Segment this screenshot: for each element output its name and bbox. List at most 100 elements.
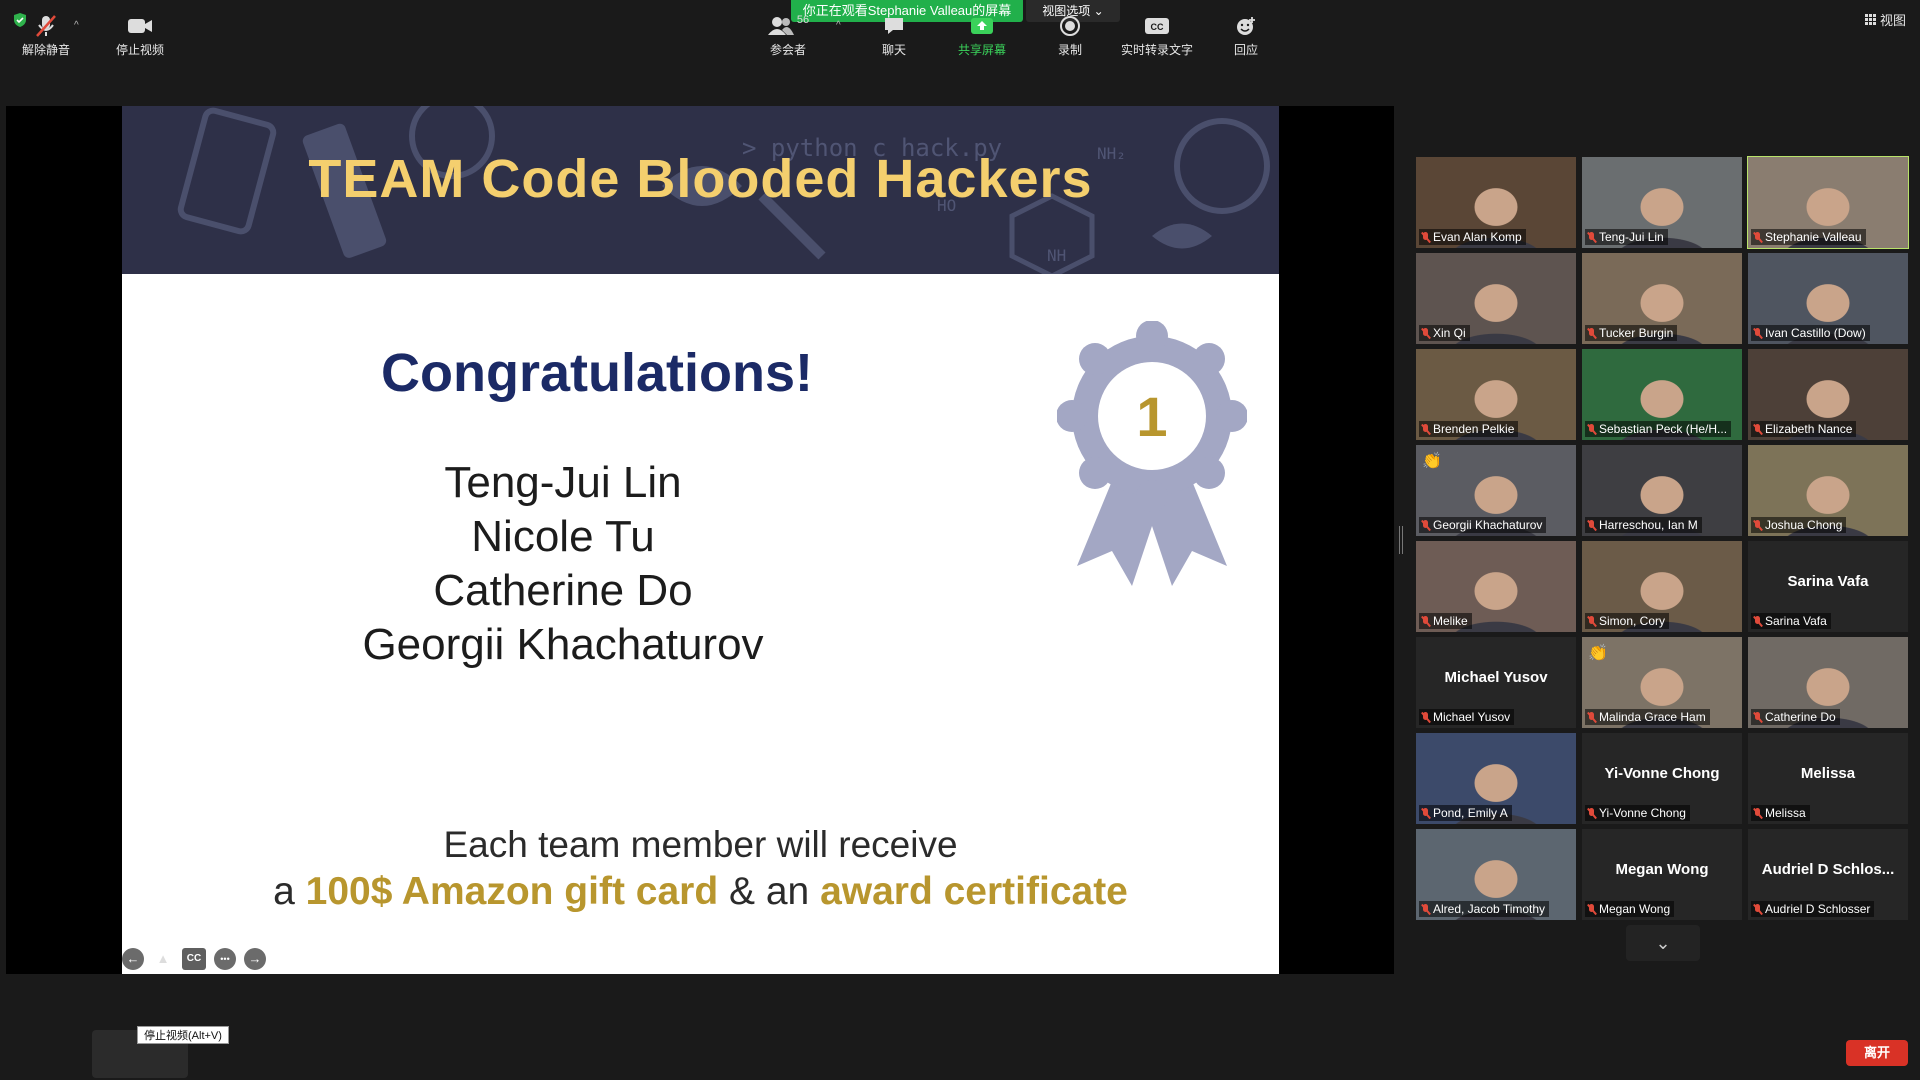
leave-meeting-button[interactable]: 离开	[1846, 1040, 1908, 1066]
winner-name: Georgii Khachaturov	[362, 620, 764, 669]
participants-caret-icon[interactable]: ^	[836, 20, 841, 31]
reactions-label: 回应	[1233, 43, 1258, 57]
participant-count: 56	[796, 14, 810, 26]
participant-tile[interactable]: Pond, Emily A	[1416, 733, 1576, 824]
record-button[interactable]: 录制	[1052, 14, 1088, 58]
participant-name-label: Alred, Jacob Timothy	[1419, 901, 1550, 917]
gallery-scroll-down-chevron-icon[interactable]: ⌄	[1626, 925, 1700, 961]
participant-tile[interactable]: Evan Alan Komp	[1416, 157, 1576, 248]
participants-icon	[767, 17, 794, 35]
participant-tile[interactable]: Yi-Vonne Chong Yi-Vonne Chong	[1582, 733, 1742, 824]
participant-tile[interactable]: Sarina Vafa Sarina Vafa	[1748, 541, 1908, 632]
participant-name-label: Harreschou, Ian M	[1585, 517, 1702, 533]
participant-tile[interactable]: Melike	[1416, 541, 1576, 632]
first-place-ribbon-icon: 1	[1057, 321, 1247, 586]
participant-tile[interactable]: Joshua Chong	[1748, 445, 1908, 536]
participant-name-label: Simon, Cory	[1585, 613, 1670, 629]
video-camera-icon	[128, 19, 152, 33]
participant-name: Catherine Do	[1765, 710, 1836, 724]
participant-name: Yi-Vonne Chong	[1599, 806, 1686, 820]
participant-name: Simon, Cory	[1599, 614, 1666, 628]
prize-connector: & an	[718, 870, 821, 913]
closed-caption-icon: CC	[1145, 18, 1169, 34]
participant-tile[interactable]: Melissa Melissa	[1748, 733, 1908, 824]
unmute-button[interactable]: 解除静音	[18, 14, 74, 58]
meeting-toolbar	[0, 1020, 1920, 1080]
muted-mic-icon	[1421, 807, 1430, 819]
participant-name: Audriel D Schlosser	[1765, 902, 1871, 916]
participant-name: Brenden Pelkie	[1433, 422, 1515, 436]
muted-mic-icon	[1587, 423, 1596, 435]
participants-button[interactable]: 56 参会者	[762, 14, 814, 58]
captions-cc-button[interactable]: CC	[182, 948, 206, 970]
participant-name: Ivan Castillo (Dow)	[1765, 326, 1866, 340]
participant-tile[interactable]: Sebastian Peck (He/H...	[1582, 349, 1742, 440]
live-transcript-button[interactable]: CC 实时转录文字	[1114, 14, 1200, 58]
previous-slide-arrow-icon[interactable]: ←	[122, 948, 144, 970]
view-layout-button[interactable]: 视图	[1864, 10, 1906, 29]
participant-name: Teng-Jui Lin	[1599, 230, 1664, 244]
reactions-button[interactable]: 回应	[1228, 14, 1264, 58]
muted-mic-icon	[1753, 519, 1762, 531]
participant-name-label: Tucker Burgin	[1585, 325, 1678, 341]
participant-name: Pond, Emily A	[1433, 806, 1508, 820]
more-options-icon[interactable]: •••	[214, 948, 236, 970]
participant-name: Megan Wong	[1599, 902, 1671, 916]
participants-label: 参会者	[769, 43, 806, 57]
participant-tile[interactable]: 👏 Georgii Khachaturov	[1416, 445, 1576, 536]
chat-label: 聊天	[881, 43, 906, 57]
winner-name: Teng-Jui Lin	[444, 458, 682, 507]
chat-bubble-icon	[885, 18, 903, 34]
presentation-slide: > python c hack.py NH₂ NH HO TEAM Code B…	[122, 106, 1279, 974]
participant-name: Michael Yusov	[1433, 710, 1511, 724]
participant-tile[interactable]: Elizabeth Nance	[1748, 349, 1908, 440]
muted-mic-icon	[1587, 327, 1596, 339]
participant-name: Malinda Grace Ham	[1599, 710, 1706, 724]
share-screen-button[interactable]: 共享屏幕	[952, 14, 1012, 58]
muted-mic-icon	[1421, 711, 1430, 723]
participant-name-label: Joshua Chong	[1751, 517, 1847, 533]
participant-tile[interactable]: Teng-Jui Lin	[1582, 157, 1742, 248]
muted-mic-icon	[1587, 519, 1596, 531]
participant-tile[interactable]: Michael Yusov Michael Yusov	[1416, 637, 1576, 728]
participant-tile[interactable]: Megan Wong Megan Wong	[1582, 829, 1742, 920]
clapping-hands-icon: 👏	[1588, 645, 1608, 662]
audio-options-caret-icon[interactable]: ^	[74, 20, 79, 31]
badge-number: 1	[1136, 385, 1167, 448]
next-slide-arrow-icon[interactable]: →	[244, 948, 266, 970]
winner-names-list: Teng-Jui Lin Nicole Tu Catherine Do Geor…	[328, 456, 798, 672]
congratulations-heading: Congratulations!	[381, 343, 813, 403]
stop-video-button[interactable]: 停止视频	[108, 14, 172, 58]
participant-name: Stephanie Valleau	[1765, 230, 1862, 244]
participant-name: Elizabeth Nance	[1765, 422, 1853, 436]
participant-display-name: Megan Wong	[1615, 861, 1709, 878]
participant-tile[interactable]: Audriel D Schlos... Audriel D Schlosser	[1748, 829, 1908, 920]
participant-tile[interactable]: 👏 Malinda Grace Ham	[1582, 637, 1742, 728]
share-screen-label: 共享屏幕	[957, 43, 1006, 57]
chat-button[interactable]: 聊天	[874, 14, 914, 58]
prize-prefix: a	[273, 870, 306, 913]
participant-tile[interactable]: Xin Qi	[1416, 253, 1576, 344]
participant-name-label: Xin Qi	[1419, 325, 1470, 341]
participant-tile[interactable]: Alred, Jacob Timothy	[1416, 829, 1576, 920]
panel-resize-handle[interactable]	[1399, 526, 1403, 554]
prize-gift-card: 100$ Amazon gift card	[305, 870, 719, 913]
participant-tile[interactable]: Brenden Pelkie	[1416, 349, 1576, 440]
muted-mic-icon	[1421, 423, 1430, 435]
muted-mic-icon	[1421, 615, 1430, 627]
participant-tile[interactable]: Tucker Burgin	[1582, 253, 1742, 344]
participant-name: Joshua Chong	[1765, 518, 1843, 532]
participant-tile[interactable]: Catherine Do	[1748, 637, 1908, 728]
participant-name-label: Audriel D Schlosser	[1751, 901, 1875, 917]
stop-video-label: 停止视频	[115, 43, 164, 57]
participant-tile[interactable]: Simon, Cory	[1582, 541, 1742, 632]
participant-tile[interactable]: Stephanie Valleau	[1747, 156, 1909, 249]
participant-name-label: Malinda Grace Ham	[1585, 709, 1710, 725]
laser-pointer-icon[interactable]: ▲	[152, 948, 174, 970]
participant-name: Melike	[1433, 614, 1468, 628]
live-transcript-label: 实时转录文字	[1120, 43, 1193, 57]
participant-tile[interactable]: Harreschou, Ian M	[1582, 445, 1742, 536]
share-screen-icon	[971, 18, 993, 34]
participant-tile[interactable]: Ivan Castillo (Dow)	[1748, 253, 1908, 344]
participant-name-label: Sarina Vafa	[1751, 613, 1831, 629]
